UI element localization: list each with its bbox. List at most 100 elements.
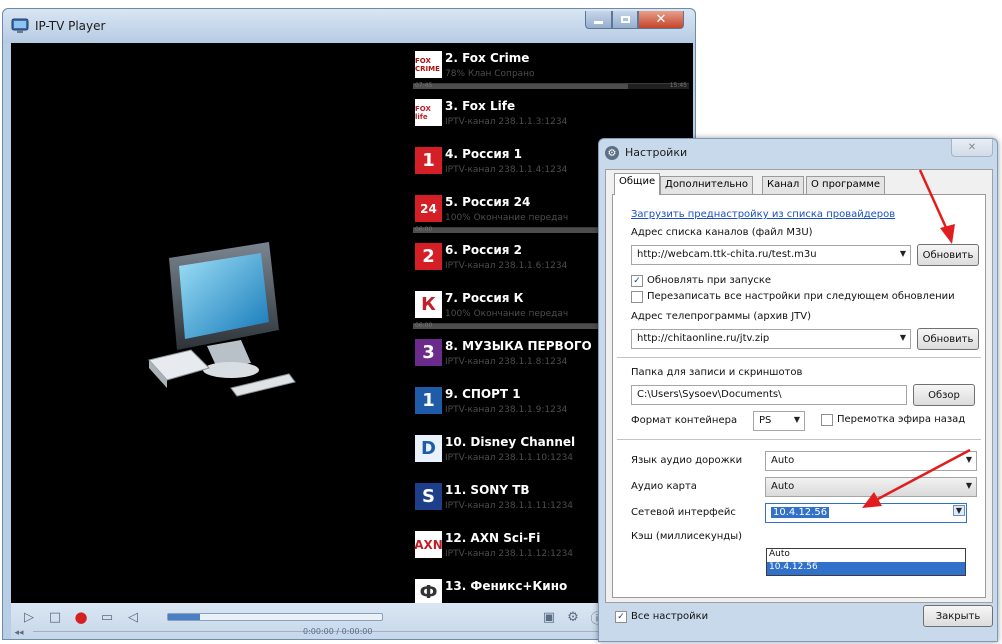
tab-channel[interactable]: Канал: [762, 176, 805, 194]
channel-name: 6. Россия 2: [445, 243, 522, 257]
volume-fill: [168, 614, 201, 620]
settings-titlebar[interactable]: ⚙ Настройки ✕: [599, 139, 997, 167]
jtv-value: http://chitaonline.ru/jtv.zip: [637, 333, 770, 344]
cache-label: Кэш (миллисекунды): [631, 531, 743, 542]
player-title: IP-TV Player: [35, 19, 106, 33]
channel-name: 3. Fox Life: [445, 99, 516, 113]
channel-name: 11. SONY TB: [445, 483, 530, 497]
close-icon: ✕: [967, 142, 977, 153]
folder-icon[interactable]: ▭: [99, 609, 115, 625]
play-icon[interactable]: ▷: [21, 609, 37, 625]
video-area[interactable]: [11, 43, 411, 603]
audio-track-select[interactable]: Auto ▼: [765, 451, 977, 471]
audio-track-label: Язык аудио дорожки: [631, 455, 743, 466]
channel-name: 2. Fox Crime: [445, 51, 530, 65]
rewind-icon[interactable]: ◂◂: [11, 625, 27, 641]
dropdown-option-ip[interactable]: 10.4.12.56: [767, 562, 965, 575]
channel-name: 4. Россия 1: [445, 147, 522, 161]
channel-subtitle: IPTV-канал 238.1.1.8:1234: [445, 357, 568, 367]
channel-name: 10. Disney Channel: [445, 435, 576, 449]
chevron-down-icon: ▼: [965, 481, 972, 490]
volume-icon[interactable]: ◁: [125, 609, 141, 625]
channel-name: 9. СПОРТ 1: [445, 387, 521, 401]
program-end-time: 15:45: [669, 82, 687, 89]
jtv-label: Адрес телепрограммы (архив JTV): [631, 311, 812, 322]
maximize-button[interactable]: [612, 11, 638, 29]
minimize-icon: [594, 21, 603, 24]
program-start-time: 07:45: [415, 82, 433, 89]
channel-subtitle: 100% Окончание передач: [445, 213, 569, 223]
volume-slider[interactable]: [167, 613, 383, 621]
update-jtv-button[interactable]: Обновить: [917, 328, 979, 350]
program-progress-bar: 07:45 15:45: [413, 82, 689, 89]
tab-general[interactable]: Общие: [614, 173, 661, 195]
chevron-down-icon: ▼: [899, 249, 906, 258]
maximize-icon: [620, 16, 630, 23]
all-settings-checkbox[interactable]: ✓: [615, 611, 627, 623]
screenshot-icon[interactable]: ▣: [541, 609, 557, 625]
channel-logo-icon: Ф: [415, 579, 442, 603]
update-on-start-checkbox[interactable]: ✓: [631, 275, 643, 287]
container-value: PS: [759, 415, 772, 426]
channel-logo-icon: D: [415, 435, 442, 462]
channel-subtitle: IPTV-канал 238.1.1.4:1234: [445, 165, 568, 175]
channel-subtitle: IPTV-канал 238.1.1.12:1234: [445, 549, 574, 559]
folder-field[interactable]: C:\Users\Sysoev\Documents\: [631, 385, 907, 405]
player-window: IP-TV Player ✕ FOX CRIME 2. Fox Crime 78…: [2, 8, 696, 640]
settings-close-button[interactable]: ✕: [951, 139, 993, 157]
minimize-button[interactable]: [585, 11, 612, 29]
dropdown-option-auto[interactable]: Auto: [767, 549, 965, 562]
tab-about[interactable]: О программе: [806, 176, 886, 194]
audio-card-select[interactable]: Auto ▼: [765, 477, 977, 497]
update-on-start-label: Обновлять при запуске: [647, 275, 772, 286]
divider: [617, 357, 981, 358]
close-settings-button[interactable]: Закрыть: [923, 605, 993, 627]
audio-card-value: Auto: [771, 481, 795, 492]
close-button[interactable]: ✕: [638, 11, 684, 29]
channel-subtitle: 100% Окончание передач: [445, 309, 569, 319]
channel-logo-icon: 1: [415, 147, 442, 174]
m3u-label: Адрес списка каналов (файл M3U): [631, 227, 813, 238]
chevron-down-icon: ▼: [899, 333, 906, 342]
net-iface-select[interactable]: 10.4.12.56 ▼: [765, 503, 967, 523]
folder-label: Папка для записи и скриншотов: [631, 367, 803, 378]
stop-icon[interactable]: □: [47, 609, 63, 625]
tab-panel-general: Загрузить преднастройку из списка провай…: [612, 194, 986, 598]
program-progress-fill: [413, 84, 629, 89]
settings-body: Общие Дополнительно Канал О программе За…: [605, 169, 993, 603]
player-controls: ▷ □ ● ▭ ◁ ▣ ⚙ ⓘ ◂◂ 0:00:00 / 0:00:00: [11, 603, 693, 639]
net-iface-value: 10.4.12.56: [771, 507, 830, 518]
channel-logo-icon: AXN: [414, 531, 443, 558]
m3u-combobox[interactable]: http://webcam.ttk-chita.ru/test.m3u ▼: [631, 245, 911, 265]
net-iface-dropdown[interactable]: Auto 10.4.12.56: [766, 548, 966, 576]
timeshift-checkbox[interactable]: [821, 414, 833, 426]
gear-icon[interactable]: ⚙: [565, 609, 581, 625]
channel-name: 5. Россия 24: [445, 195, 531, 209]
channel-subtitle: IPTV-канал 238.1.1.11:1234: [445, 501, 574, 511]
time-label: 0:00:00 / 0:00:00: [303, 627, 373, 636]
record-icon[interactable]: ●: [73, 608, 89, 626]
channel-logo-icon: 3: [415, 339, 442, 366]
channel-row[interactable]: FOX life 3. Fox Life IPTV-канал 238.1.1.3:…: [411, 95, 693, 143]
container-select[interactable]: PS ▼: [753, 411, 805, 431]
folder-value: C:\Users\Sysoev\Documents\: [637, 389, 782, 400]
channel-logo-icon: 1: [415, 387, 442, 414]
tv-illustration: [148, 242, 296, 397]
channel-logo-icon: FOX CRIME: [415, 51, 442, 78]
update-m3u-button[interactable]: Обновить: [917, 244, 979, 266]
program-start-time: 06:00: [415, 226, 433, 233]
preset-link[interactable]: Загрузить преднастройку из списка провай…: [631, 209, 895, 220]
m3u-value: http://webcam.ttk-chita.ru/test.m3u: [637, 249, 817, 260]
jtv-combobox[interactable]: http://chitaonline.ru/jtv.zip ▼: [631, 329, 911, 349]
browse-button[interactable]: Обзор: [913, 384, 975, 406]
player-titlebar[interactable]: IP-TV Player ✕: [3, 9, 695, 43]
tv-app-icon: [11, 18, 29, 33]
channel-row[interactable]: FOX CRIME 2. Fox Crime 78% Клан Сопрано 07:…: [411, 47, 693, 95]
audio-card-label: Аудио карта: [631, 481, 697, 492]
rewrite-all-label: Перезаписать все настройки при следующем…: [647, 291, 955, 302]
channel-subtitle: IPTV-канал 238.1.1.10:1234: [445, 453, 574, 463]
channel-name: 12. AXN Sci-Fi: [445, 531, 541, 545]
channel-name: 13. Феникс+Кино: [445, 579, 568, 593]
rewrite-all-checkbox[interactable]: [631, 291, 643, 303]
tab-advanced[interactable]: Дополнительно: [660, 176, 753, 194]
